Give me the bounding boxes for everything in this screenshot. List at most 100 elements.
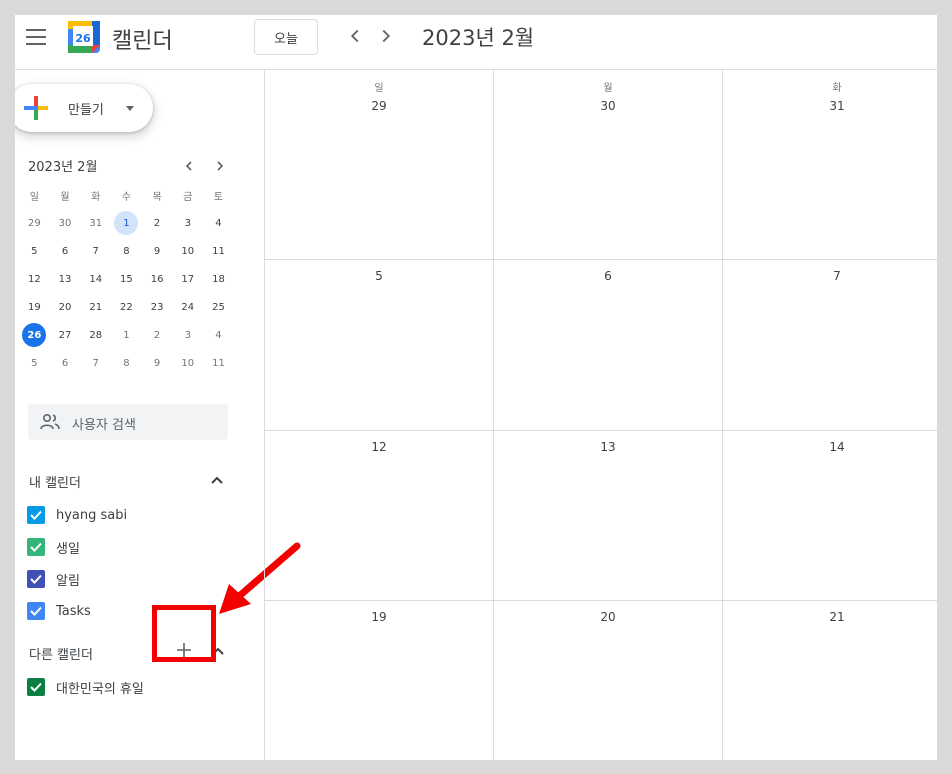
day-number[interactable]: 20	[494, 610, 722, 624]
mini-day[interactable]: 22	[111, 295, 142, 319]
mini-day[interactable]: 4	[203, 211, 234, 235]
day-cell[interactable]: 월 30	[494, 70, 723, 260]
calendar-logo-icon: 26	[68, 21, 100, 53]
mini-day[interactable]: 11	[203, 351, 234, 375]
day-number[interactable]: 30	[494, 99, 722, 113]
mini-day[interactable]: 12	[19, 267, 50, 291]
mini-day[interactable]: 9	[142, 351, 173, 375]
mini-day[interactable]: 11	[203, 239, 234, 263]
calendar-label: Tasks	[56, 603, 91, 619]
mini-day[interactable]: 3	[172, 211, 203, 235]
day-cell[interactable]: 6	[494, 260, 723, 431]
checkbox-checked-icon[interactable]	[27, 506, 45, 524]
caret-down-icon	[126, 106, 134, 111]
previous-period-icon[interactable]	[344, 25, 366, 47]
mini-day[interactable]: 3	[172, 323, 203, 347]
day-number[interactable]: 21	[723, 610, 937, 624]
day-number[interactable]: 19	[265, 610, 493, 624]
mini-day[interactable]: 18	[203, 267, 234, 291]
calendar-app: 26 캘린더 오늘 2023년 2월 만들기 2023년 2월 일 월 화 수 …	[15, 15, 937, 760]
mini-week-row: 29 30 31 1 2 3 4	[19, 209, 234, 237]
checkbox-checked-icon[interactable]	[27, 570, 45, 588]
mini-day[interactable]: 21	[80, 295, 111, 319]
day-cell[interactable]: 화 31	[723, 70, 937, 260]
search-people-field[interactable]: 사용자 검색	[28, 404, 228, 440]
mini-next-month-icon[interactable]	[212, 158, 228, 174]
day-cell[interactable]: 13	[494, 431, 723, 601]
day-cell[interactable]: 일 29	[265, 70, 494, 260]
mini-day[interactable]: 29	[19, 211, 50, 235]
mini-day-today[interactable]: 26	[19, 323, 50, 347]
mini-day[interactable]: 9	[142, 239, 173, 263]
mini-calendar-grid: 일 월 화 수 목 금 토 29 30 31 1 2 3 4 5 6 7 8 9…	[19, 181, 234, 377]
mini-day[interactable]: 1	[111, 323, 142, 347]
main-menu-icon[interactable]	[26, 29, 46, 45]
mini-day[interactable]: 28	[80, 323, 111, 347]
day-number[interactable]: 31	[723, 99, 937, 113]
day-number[interactable]: 13	[494, 440, 722, 454]
current-period-title: 2023년 2월	[422, 26, 535, 50]
day-number[interactable]: 12	[265, 440, 493, 454]
day-cell[interactable]: 12	[265, 431, 494, 601]
day-cell[interactable]: 7	[723, 260, 937, 431]
mini-day[interactable]: 10	[172, 239, 203, 263]
mini-day[interactable]: 2	[142, 211, 173, 235]
day-cell[interactable]: 20	[494, 601, 723, 760]
mini-day[interactable]: 20	[50, 295, 81, 319]
mini-day[interactable]: 5	[19, 239, 50, 263]
next-period-icon[interactable]	[375, 25, 397, 47]
calendar-item-birthday[interactable]: 생일	[27, 536, 80, 558]
day-number[interactable]: 5	[265, 269, 493, 283]
chevron-up-icon[interactable]	[210, 473, 224, 487]
mini-day[interactable]: 7	[80, 351, 111, 375]
mini-day[interactable]: 10	[172, 351, 203, 375]
day-number[interactable]: 14	[723, 440, 937, 454]
checkbox-checked-icon[interactable]	[27, 678, 45, 696]
mini-day[interactable]: 7	[80, 239, 111, 263]
mini-day[interactable]: 5	[19, 351, 50, 375]
month-grid: 일 29 월 30 화 31 5 6 7 12 13 14 19 20 21	[264, 70, 937, 760]
checkbox-checked-icon[interactable]	[27, 602, 45, 620]
mini-day[interactable]: 4	[203, 323, 234, 347]
calendar-item-korean-holidays[interactable]: 대한민국의 휴일	[27, 676, 144, 698]
day-number[interactable]: 6	[494, 269, 722, 283]
create-button[interactable]: 만들기	[15, 84, 153, 132]
mini-week-row: 12 13 14 15 16 17 18	[19, 265, 234, 293]
mini-week-row: 5 6 7 8 9 10 11	[19, 349, 234, 377]
mini-day[interactable]: 27	[50, 323, 81, 347]
calendar-item-hyang-sabi[interactable]: hyang sabi	[27, 504, 127, 526]
mini-day[interactable]: 16	[142, 267, 173, 291]
mini-day[interactable]: 8	[111, 239, 142, 263]
day-cell[interactable]: 5	[265, 260, 494, 431]
mini-day[interactable]: 19	[19, 295, 50, 319]
today-button[interactable]: 오늘	[254, 19, 318, 55]
mini-day[interactable]: 13	[50, 267, 81, 291]
mini-prev-month-icon[interactable]	[181, 158, 197, 174]
mini-day[interactable]: 30	[50, 211, 81, 235]
mini-day[interactable]: 6	[50, 239, 81, 263]
mini-day[interactable]: 24	[172, 295, 203, 319]
people-icon	[40, 413, 60, 430]
day-number[interactable]: 7	[723, 269, 937, 283]
mini-day[interactable]: 14	[80, 267, 111, 291]
day-cell[interactable]: 21	[723, 601, 937, 760]
mini-day[interactable]: 8	[111, 351, 142, 375]
day-number[interactable]: 29	[265, 99, 493, 113]
mini-day[interactable]: 6	[50, 351, 81, 375]
logo-day-number: 26	[75, 32, 91, 45]
day-cell[interactable]: 19	[265, 601, 494, 760]
checkbox-checked-icon[interactable]	[27, 538, 45, 556]
mini-day[interactable]: 25	[203, 295, 234, 319]
mini-weekday: 일	[29, 191, 39, 203]
mini-day[interactable]: 23	[142, 295, 173, 319]
mini-day-selected[interactable]: 1	[111, 211, 142, 235]
mini-day[interactable]: 15	[111, 267, 142, 291]
mini-day[interactable]: 2	[142, 323, 173, 347]
mini-weekday: 수	[121, 191, 131, 203]
mini-day[interactable]: 17	[172, 267, 203, 291]
day-cell[interactable]: 14	[723, 431, 937, 601]
mini-day[interactable]: 31	[80, 211, 111, 235]
calendar-label: 생일	[56, 541, 80, 557]
calendar-item-tasks[interactable]: Tasks	[27, 600, 91, 622]
calendar-item-reminders[interactable]: 알림	[27, 568, 80, 590]
